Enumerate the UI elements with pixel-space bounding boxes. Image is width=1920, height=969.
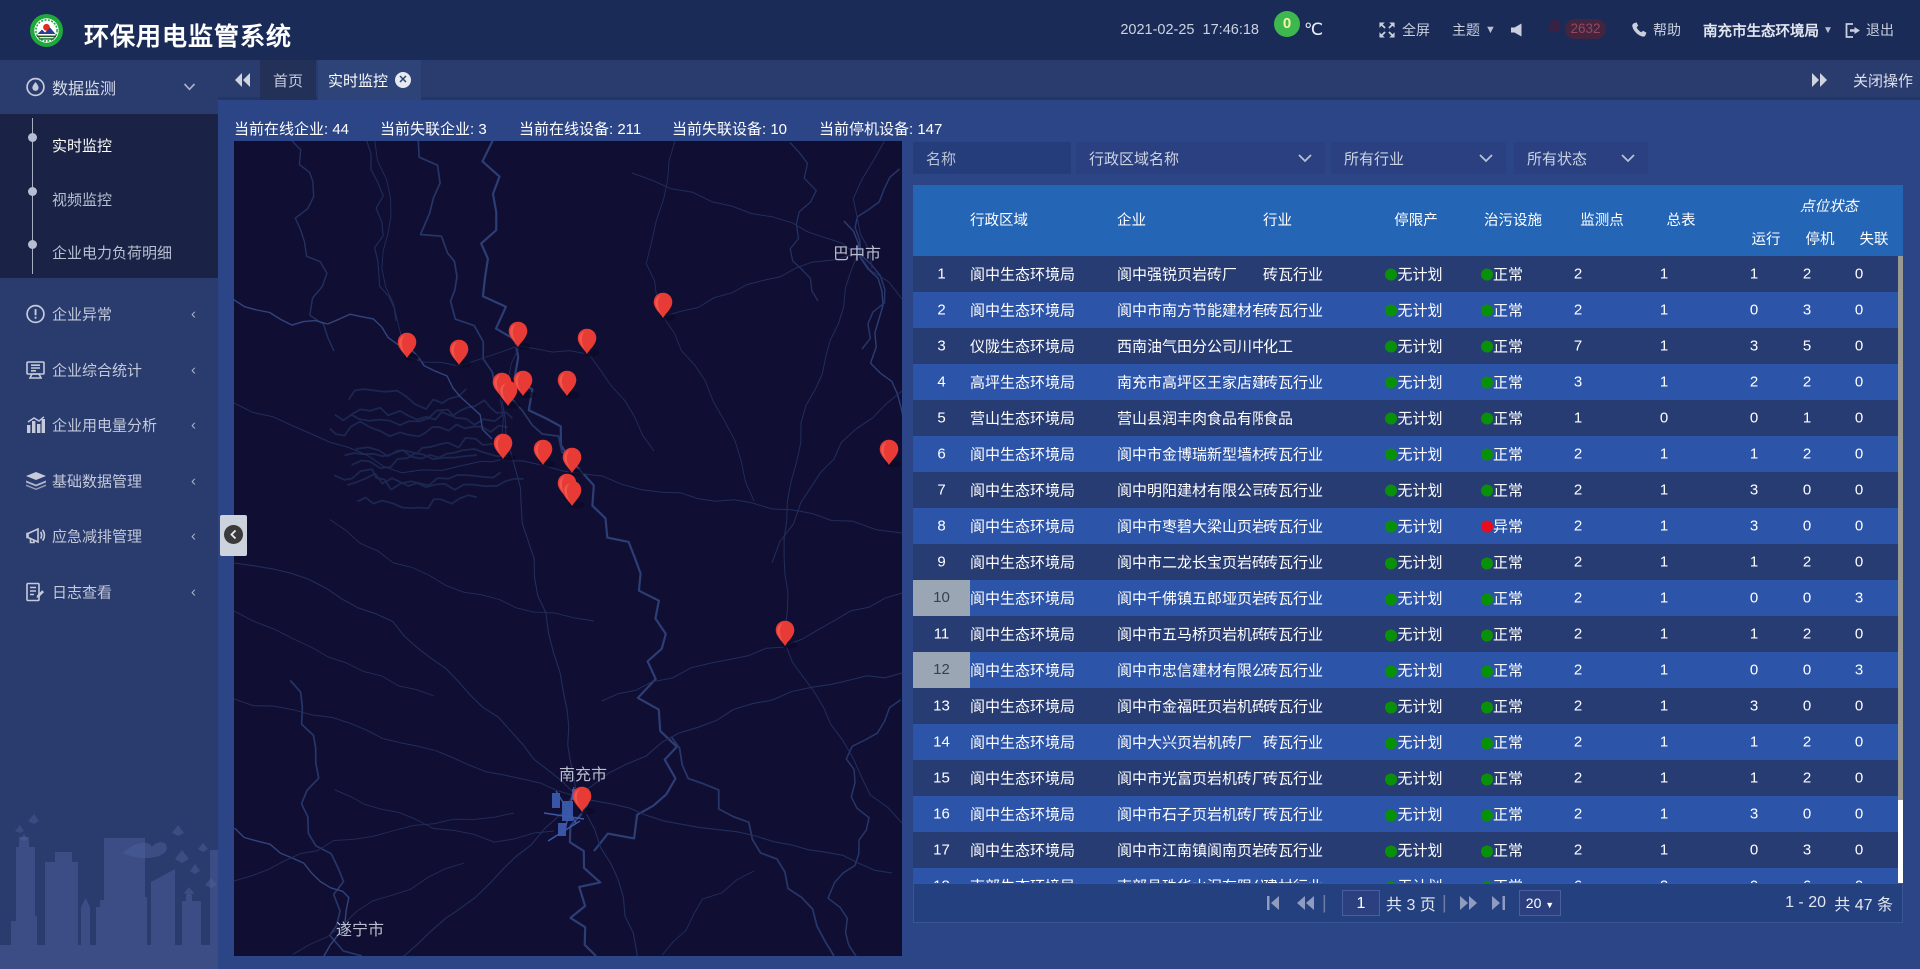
svg-text:遂宁市: 遂宁市 — [336, 921, 384, 939]
svg-text:南充市: 南充市 — [559, 766, 607, 784]
svg-text:巴中市: 巴中市 — [833, 245, 881, 263]
